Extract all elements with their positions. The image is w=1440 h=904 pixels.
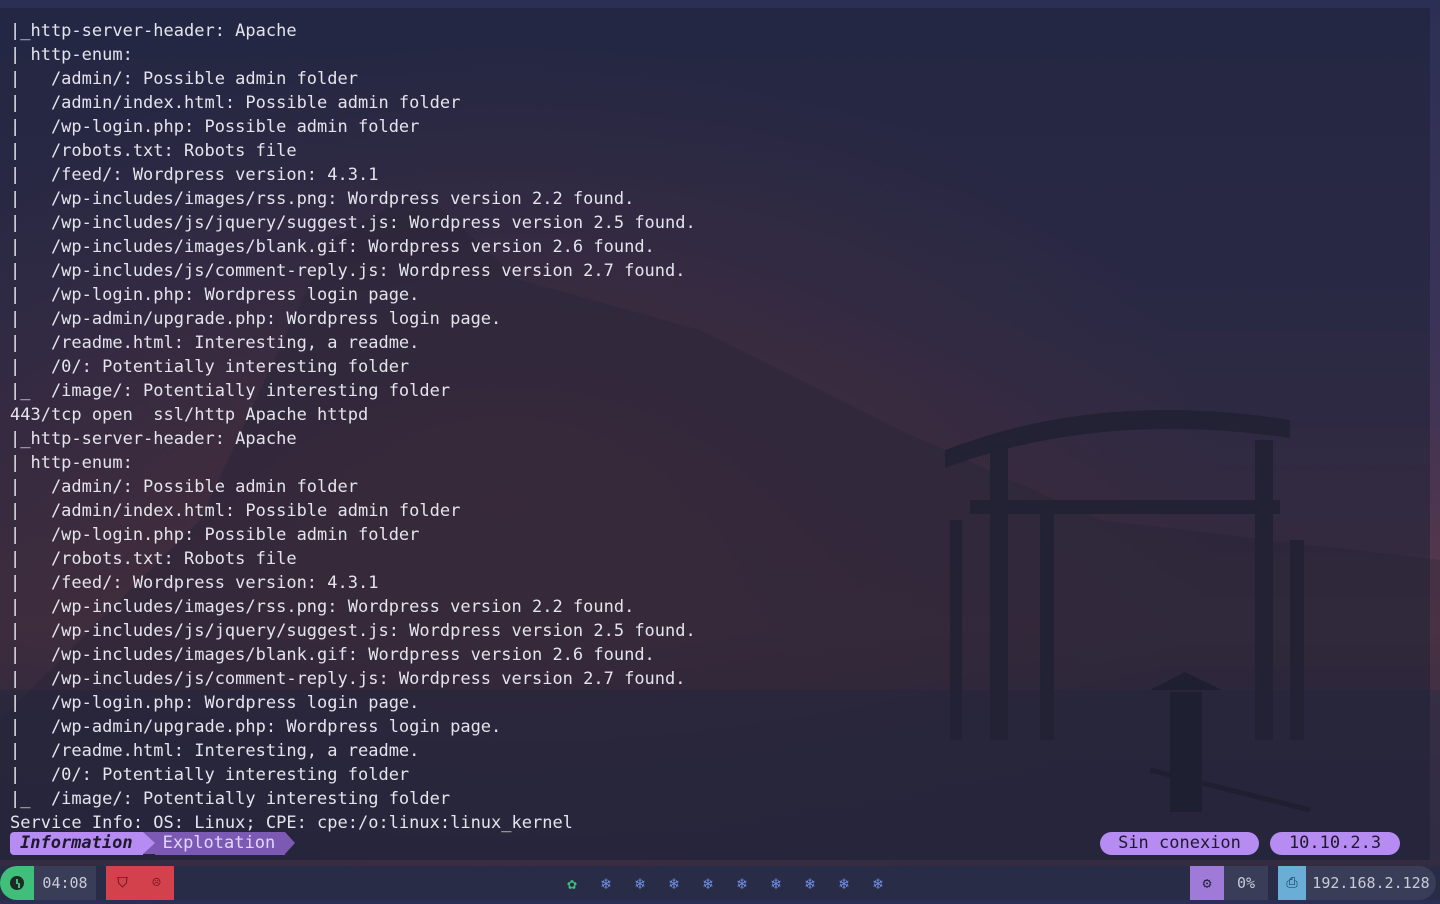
- tmux-window-explotation[interactable]: Explotation: [154, 832, 286, 855]
- terminal-line: | /readme.html: Interesting, a readme.: [10, 741, 420, 761]
- target-ip: 10.10.2.3: [1270, 832, 1400, 855]
- terminal-line: | /0/: Potentially interesting folder: [10, 765, 410, 785]
- terminal-line: | /wp-includes/images/blank.gif: Wordpre…: [10, 645, 655, 665]
- terminal-output: |_http-server-header: Apache | http-enum:…: [10, 19, 696, 835]
- terminal-line: | http-enum:: [10, 45, 133, 65]
- terminal-pane[interactable]: |_http-server-header: Apache | http-enum:…: [0, 8, 1430, 860]
- terminal-line: |_http-server-header: Apache: [10, 21, 297, 41]
- terminal-line: | /wp-includes/js/comment-reply.js: Word…: [10, 261, 686, 281]
- ghost-icon[interactable]: ☹: [139, 866, 174, 900]
- terminal-line: |_ /image/: Potentially interesting fold…: [10, 789, 451, 809]
- terminal-line: | /wp-login.php: Possible admin folder: [10, 525, 420, 545]
- terminal-line: | /wp-includes/js/jquery/suggest.js: Wor…: [10, 213, 696, 233]
- connection-status: Sin conexion: [1100, 832, 1259, 855]
- terminal-line: | /feed/: Wordpress version: 4.3.1: [10, 573, 379, 593]
- tmux-window-list: Information Explotation: [10, 832, 296, 855]
- terminal-line: | http-enum:: [10, 453, 133, 473]
- clock-time: 04:08: [34, 866, 96, 900]
- terminal-line: |_ /image/: Potentially interesting fold…: [10, 381, 451, 401]
- tmux-window-information[interactable]: Information: [10, 832, 143, 855]
- terminal-line: |_http-server-header: Apache: [10, 429, 297, 449]
- terminal-line: | /wp-admin/upgrade.php: Wordpress login…: [10, 309, 502, 329]
- workspace-icon[interactable]: ❄: [861, 874, 895, 893]
- terminal-line: | /wp-includes/images/rss.png: Wordpress…: [10, 597, 635, 617]
- terminal-line: 443/tcp open ssl/http Apache httpd: [10, 405, 369, 425]
- terminal-line: | /wp-login.php: Possible admin folder: [10, 117, 420, 137]
- workspace-icon[interactable]: ❄: [691, 874, 725, 893]
- cpu-usage: 0%: [1224, 866, 1268, 900]
- terminal-line: | /admin/index.html: Possible admin fold…: [10, 501, 461, 521]
- terminal-line: | /admin/: Possible admin folder: [10, 69, 358, 89]
- workspace-icon[interactable]: ❄: [725, 874, 759, 893]
- tmux-separator: [142, 832, 155, 854]
- network-icon: ⎙: [1278, 866, 1306, 900]
- workspace-icon[interactable]: ❄: [827, 874, 861, 893]
- cpu-icon: ⚙: [1190, 866, 1224, 900]
- terminal-line: | /robots.txt: Robots file: [10, 141, 297, 161]
- terminal-line: | /wp-admin/upgrade.php: Wordpress login…: [10, 717, 502, 737]
- clock-icon: [0, 866, 34, 900]
- workspace-list: ✿ ❄ ❄ ❄ ❄ ❄ ❄ ❄ ❄ ❄: [555, 866, 895, 900]
- terminal-line: | /wp-includes/images/blank.gif: Wordpre…: [10, 237, 655, 257]
- shield-icon[interactable]: ⛉: [106, 866, 139, 900]
- workspace-icon[interactable]: ❄: [793, 874, 827, 893]
- terminal-line: | /wp-login.php: Wordpress login page.: [10, 285, 420, 305]
- terminal-line: | /robots.txt: Robots file: [10, 549, 297, 569]
- terminal-line: | /wp-includes/js/comment-reply.js: Word…: [10, 669, 686, 689]
- terminal-line: | /wp-includes/images/rss.png: Wordpress…: [10, 189, 635, 209]
- workspace-icon[interactable]: ❄: [759, 874, 793, 893]
- workspace-active-icon[interactable]: ✿: [555, 874, 589, 893]
- status-bar: 04:08 ⛉ ☹ ✿ ❄ ❄ ❄ ❄ ❄ ❄ ❄ ❄ ❄ ⚙ 0% ⎙ 192.168.2.12…: [0, 866, 1440, 900]
- terminal-line: | /0/: Potentially interesting folder: [10, 357, 410, 377]
- terminal-line: | /wp-includes/js/jquery/suggest.js: Wor…: [10, 621, 696, 641]
- terminal-line: | /feed/: Wordpress version: 4.3.1: [10, 165, 379, 185]
- workspace-icon[interactable]: ❄: [589, 874, 623, 893]
- tmux-separator: [285, 832, 296, 854]
- terminal-line: | /wp-login.php: Wordpress login page.: [10, 693, 420, 713]
- terminal-line: | /readme.html: Interesting, a readme.: [10, 333, 420, 353]
- terminal-line: | /admin/: Possible admin folder: [10, 477, 358, 497]
- workspace-icon[interactable]: ❄: [623, 874, 657, 893]
- terminal-line: | /admin/index.html: Possible admin fold…: [10, 93, 461, 113]
- workspace-icon[interactable]: ❄: [657, 874, 691, 893]
- local-ip: 192.168.2.128: [1306, 866, 1436, 900]
